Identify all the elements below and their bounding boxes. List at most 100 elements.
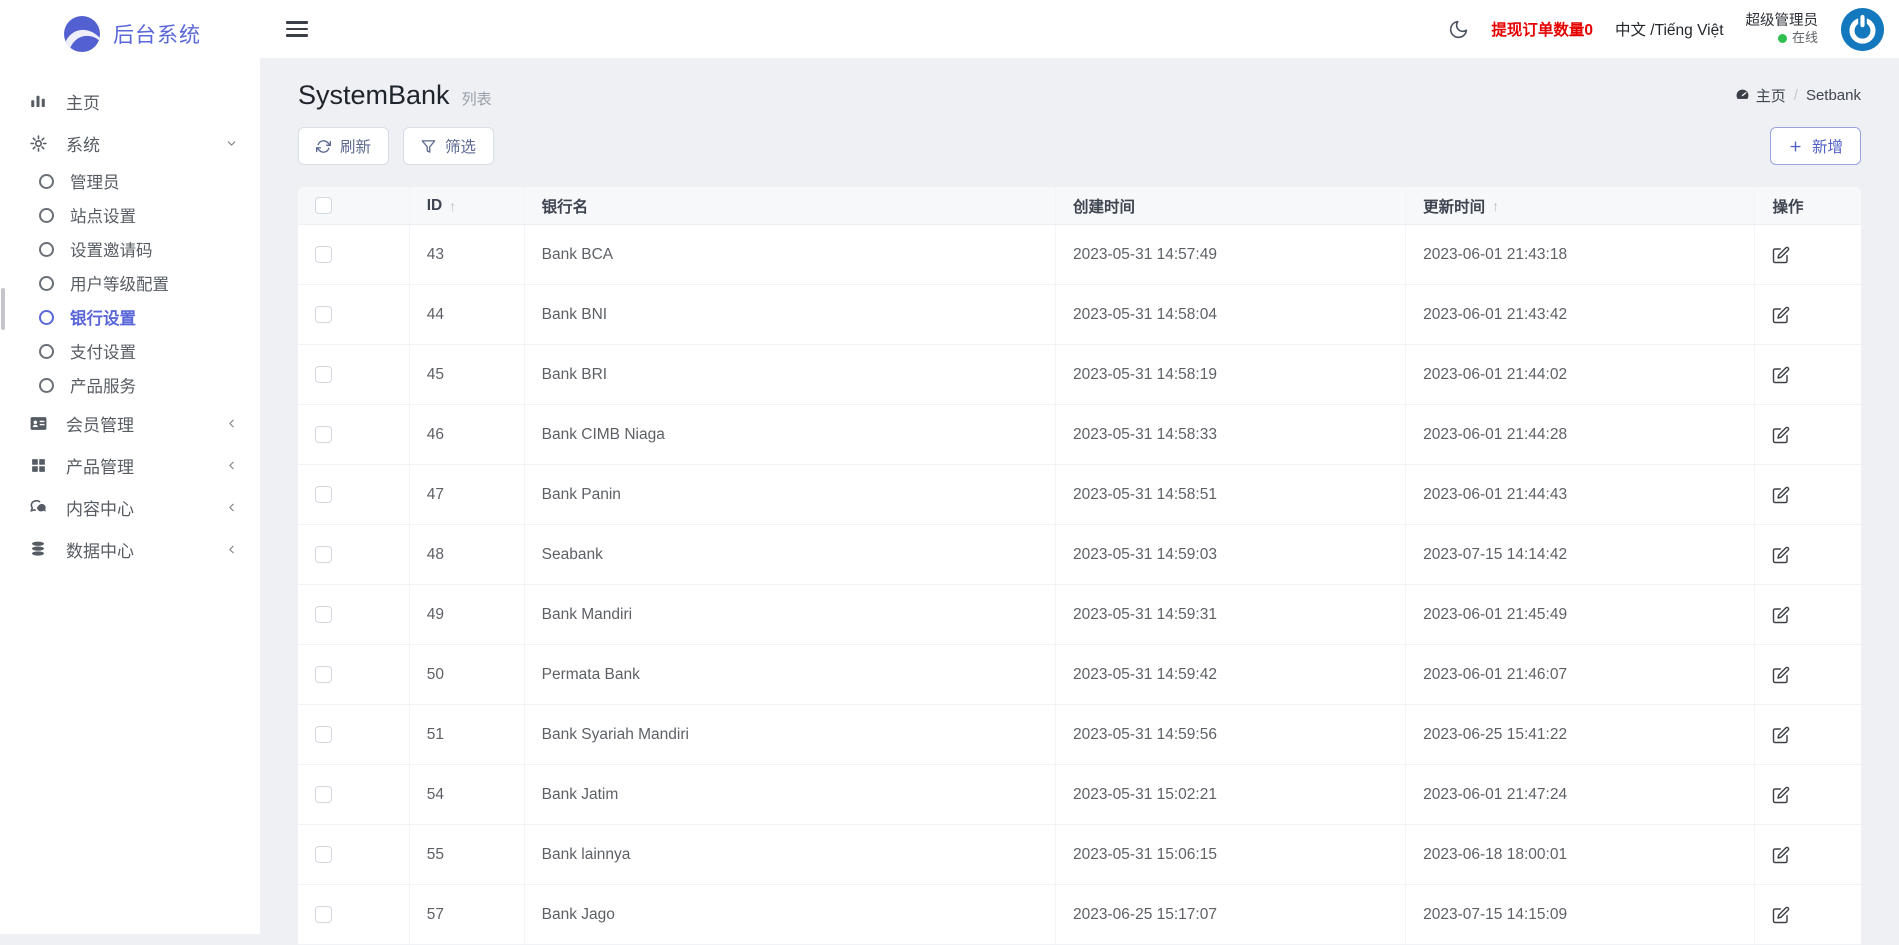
table-row: 46 Bank CIMB Niaga 2023-05-31 14:58:33 2…	[298, 405, 1861, 465]
header-id[interactable]: ID↑	[410, 187, 525, 224]
database-icon	[28, 540, 48, 558]
cell-bank-name: Bank Jago	[525, 885, 1056, 944]
edit-button[interactable]	[1772, 846, 1790, 864]
sidebar-item-label: 站点设置	[70, 203, 136, 227]
radio-icon	[36, 344, 56, 359]
sidebar-item-label: 用户等级配置	[70, 271, 169, 295]
sidebar-item-payment-settings[interactable]: 支付设置	[0, 334, 260, 368]
cell-created-time: 2023-05-31 14:58:33	[1056, 405, 1406, 464]
avatar[interactable]	[1840, 7, 1885, 52]
edit-button[interactable]	[1772, 606, 1790, 624]
cell-id: 43	[410, 225, 525, 284]
table-row: 54 Bank Jatim 2023-05-31 15:02:21 2023-0…	[298, 765, 1861, 825]
sidebar-item-label: 数据中心	[66, 537, 134, 562]
table-row: 50 Permata Bank 2023-05-31 14:59:42 2023…	[298, 645, 1861, 705]
row-checkbox[interactable]	[315, 666, 332, 683]
user-role-label: 超级管理员	[1746, 12, 1819, 30]
cell-updated-time: 2023-06-01 21:44:28	[1406, 405, 1755, 464]
cell-id: 44	[410, 285, 525, 344]
select-all-checkbox[interactable]	[315, 197, 332, 214]
edit-button[interactable]	[1772, 246, 1790, 264]
sidebar-item-site-settings[interactable]: 站点设置	[0, 198, 260, 232]
sidebar-item-label: 会员管理	[66, 411, 134, 436]
filter-button[interactable]: 筛选	[403, 127, 494, 165]
cell-id: 48	[410, 525, 525, 584]
cell-id: 54	[410, 765, 525, 824]
withdraw-order-count-link[interactable]: 提现订单数量0	[1491, 18, 1593, 40]
sidebar-item-products[interactable]: 产品管理	[0, 444, 260, 486]
sidebar-item-bank-settings[interactable]: 银行设置	[0, 300, 260, 334]
edit-button[interactable]	[1772, 666, 1790, 684]
cell-updated-time: 2023-06-01 21:43:42	[1406, 285, 1755, 344]
chevron-left-icon	[225, 459, 238, 472]
row-checkbox[interactable]	[315, 726, 332, 743]
sidebar-item-user-level[interactable]: 用户等级配置	[0, 266, 260, 300]
online-status-dot	[1778, 34, 1787, 43]
edit-button[interactable]	[1772, 726, 1790, 744]
edit-button[interactable]	[1772, 366, 1790, 384]
edit-button[interactable]	[1772, 906, 1790, 924]
cell-created-time: 2023-05-31 15:02:21	[1056, 765, 1406, 824]
logo-icon	[64, 16, 100, 52]
cell-created-time: 2023-05-31 14:59:31	[1056, 585, 1406, 644]
sidebar-item-label: 产品服务	[70, 373, 136, 397]
breadcrumb-current: Setbank	[1806, 87, 1861, 104]
row-checkbox[interactable]	[315, 426, 332, 443]
breadcrumb-home[interactable]: 主页	[1735, 85, 1786, 106]
row-checkbox[interactable]	[315, 546, 332, 563]
edit-button[interactable]	[1772, 306, 1790, 324]
chevron-left-icon	[225, 543, 238, 556]
cell-created-time: 2023-05-31 14:59:03	[1056, 525, 1406, 584]
language-switcher[interactable]: 中文 /Tiếng Việt	[1615, 18, 1724, 40]
row-checkbox[interactable]	[315, 366, 332, 383]
row-checkbox[interactable]	[315, 306, 332, 323]
row-checkbox[interactable]	[315, 246, 332, 263]
chevron-left-icon	[225, 501, 238, 514]
sidebar-item-label: 系统	[66, 131, 100, 156]
sidebar-item-members[interactable]: 会员管理	[0, 402, 260, 444]
row-checkbox[interactable]	[315, 786, 332, 803]
cell-id: 49	[410, 585, 525, 644]
cell-bank-name: Bank Mandiri	[525, 585, 1056, 644]
add-button[interactable]: 新增	[1770, 127, 1861, 165]
sidebar-item-content-center[interactable]: 内容中心	[0, 486, 260, 528]
header-actions: 操作	[1755, 187, 1861, 224]
hamburger-menu-icon[interactable]	[286, 21, 308, 37]
cell-updated-time: 2023-06-01 21:47:24	[1406, 765, 1755, 824]
cell-bank-name: Bank Jatim	[525, 765, 1056, 824]
table-row: 44 Bank BNI 2023-05-31 14:58:04 2023-06-…	[298, 285, 1861, 345]
breadcrumb-separator: /	[1794, 87, 1798, 104]
dark-mode-moon-icon[interactable]	[1448, 19, 1469, 40]
header-updated-time[interactable]: 更新时间↑	[1406, 187, 1755, 224]
sidebar-menu: 主页 系统 管理员 站点设置 设置邀请码 用户等级配置	[0, 80, 260, 570]
sidebar-item-system[interactable]: 系统	[0, 122, 260, 164]
row-checkbox[interactable]	[315, 486, 332, 503]
sidebar-scrollbar[interactable]	[1, 288, 5, 330]
cell-id: 46	[410, 405, 525, 464]
refresh-button[interactable]: 刷新	[298, 127, 389, 165]
edit-button[interactable]	[1772, 786, 1790, 804]
page-title: SystemBank	[298, 80, 450, 111]
user-info: 超级管理员 在线	[1746, 12, 1819, 46]
row-checkbox[interactable]	[315, 846, 332, 863]
table-body: 43 Bank BCA 2023-05-31 14:57:49 2023-06-…	[298, 225, 1861, 945]
app-logo[interactable]: 后台系统	[0, 0, 260, 66]
id-card-icon	[28, 414, 48, 433]
sidebar-item-product-service[interactable]: 产品服务	[0, 368, 260, 402]
sidebar-item-invite-code[interactable]: 设置邀请码	[0, 232, 260, 266]
radio-icon	[36, 276, 56, 291]
sidebar-item-label: 管理员	[70, 169, 120, 193]
sidebar-item-label: 支付设置	[70, 339, 136, 363]
radio-icon	[36, 310, 56, 325]
cell-bank-name: Bank Syariah Mandiri	[525, 705, 1056, 764]
cell-updated-time: 2023-06-01 21:43:18	[1406, 225, 1755, 284]
edit-button[interactable]	[1772, 486, 1790, 504]
edit-button[interactable]	[1772, 546, 1790, 564]
edit-button[interactable]	[1772, 426, 1790, 444]
row-checkbox[interactable]	[315, 906, 332, 923]
sidebar-item-home[interactable]: 主页	[0, 80, 260, 122]
sidebar-item-data-center[interactable]: 数据中心	[0, 528, 260, 570]
row-checkbox[interactable]	[315, 606, 332, 623]
table-row: 45 Bank BRI 2023-05-31 14:58:19 2023-06-…	[298, 345, 1861, 405]
sidebar-item-admins[interactable]: 管理员	[0, 164, 260, 198]
